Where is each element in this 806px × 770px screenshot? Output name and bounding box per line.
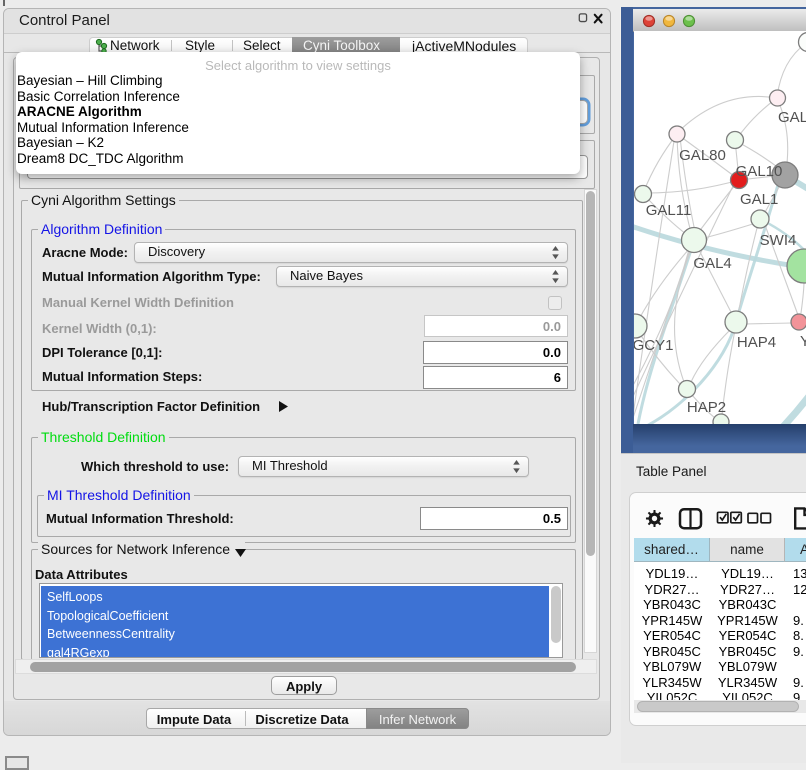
svg-text:GAL11: GAL11 xyxy=(646,202,692,219)
svg-text:GAL7: GAL7 xyxy=(778,109,806,126)
svg-text:HAP4: HAP4 xyxy=(737,334,776,351)
svg-text:HAP2: HAP2 xyxy=(687,399,726,416)
svg-text:GAL4: GAL4 xyxy=(693,255,731,272)
svg-text:GCY1: GCY1 xyxy=(634,337,673,354)
svg-text:GAL10: GAL10 xyxy=(736,163,783,180)
svg-text:SWI4: SWI4 xyxy=(760,232,797,249)
svg-text:GAL1: GAL1 xyxy=(740,191,778,208)
svg-text:GAL80: GAL80 xyxy=(679,147,726,164)
svg-text:Y: Y xyxy=(800,333,806,350)
